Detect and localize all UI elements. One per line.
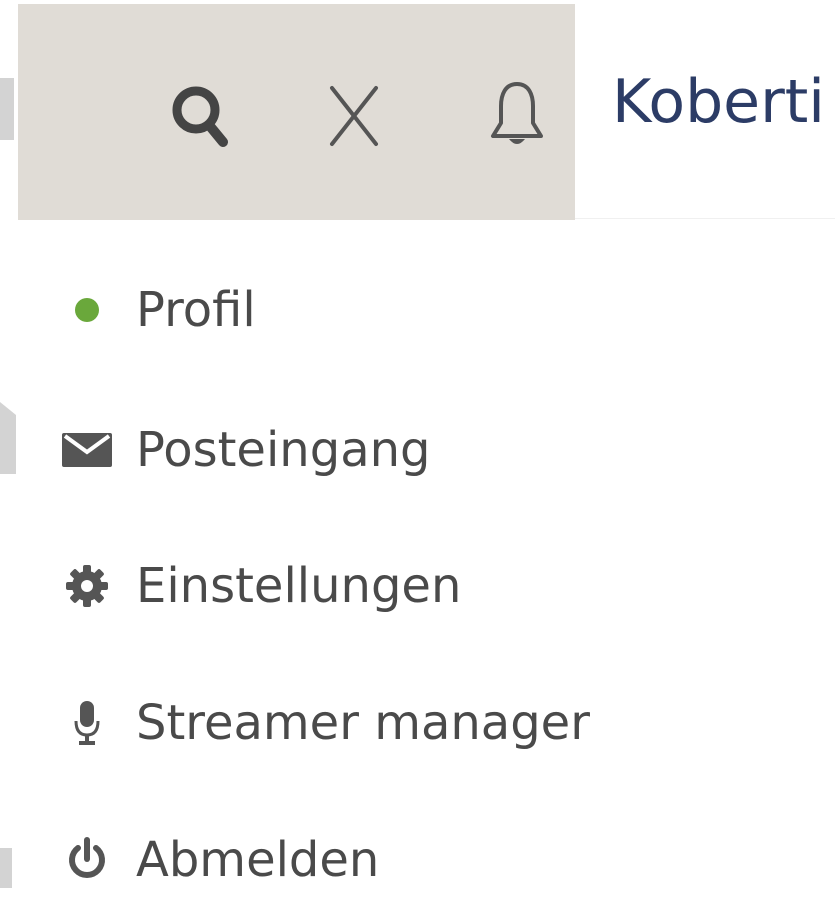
close-button[interactable] [318,76,390,156]
menu-item-label: Streamer manager [136,695,590,751]
bell-icon [491,82,543,144]
username-link[interactable]: Koberti [612,66,825,138]
menu-item-abmelden[interactable]: Abmelden [40,816,800,904]
microphone-icon [40,679,134,767]
menu-item-streamer-manager[interactable]: Streamer manager [40,679,800,767]
search-icon [172,86,228,147]
menu-item-einstellungen[interactable]: Einstellungen [40,542,800,630]
edge-decoration [0,78,14,140]
gear-icon [40,542,134,630]
edge-decoration [0,848,12,888]
menu-item-profil[interactable]: Profil [40,266,800,354]
status-dot-icon [40,266,134,354]
menu-item-label: Posteingang [136,422,431,478]
search-button[interactable] [164,76,236,156]
menu-item-label: Profil [136,282,256,338]
top-toolbar [18,4,575,220]
notifications-button[interactable] [481,76,553,156]
power-icon [40,816,134,904]
menu-item-posteingang[interactable]: Posteingang [40,406,800,494]
online-status-dot [75,298,99,322]
envelope-icon [40,406,134,494]
edge-decoration [0,402,16,474]
menu-item-label: Abmelden [136,832,380,888]
menu-item-label: Einstellungen [136,558,462,614]
divider [575,218,835,219]
close-icon [330,86,378,146]
